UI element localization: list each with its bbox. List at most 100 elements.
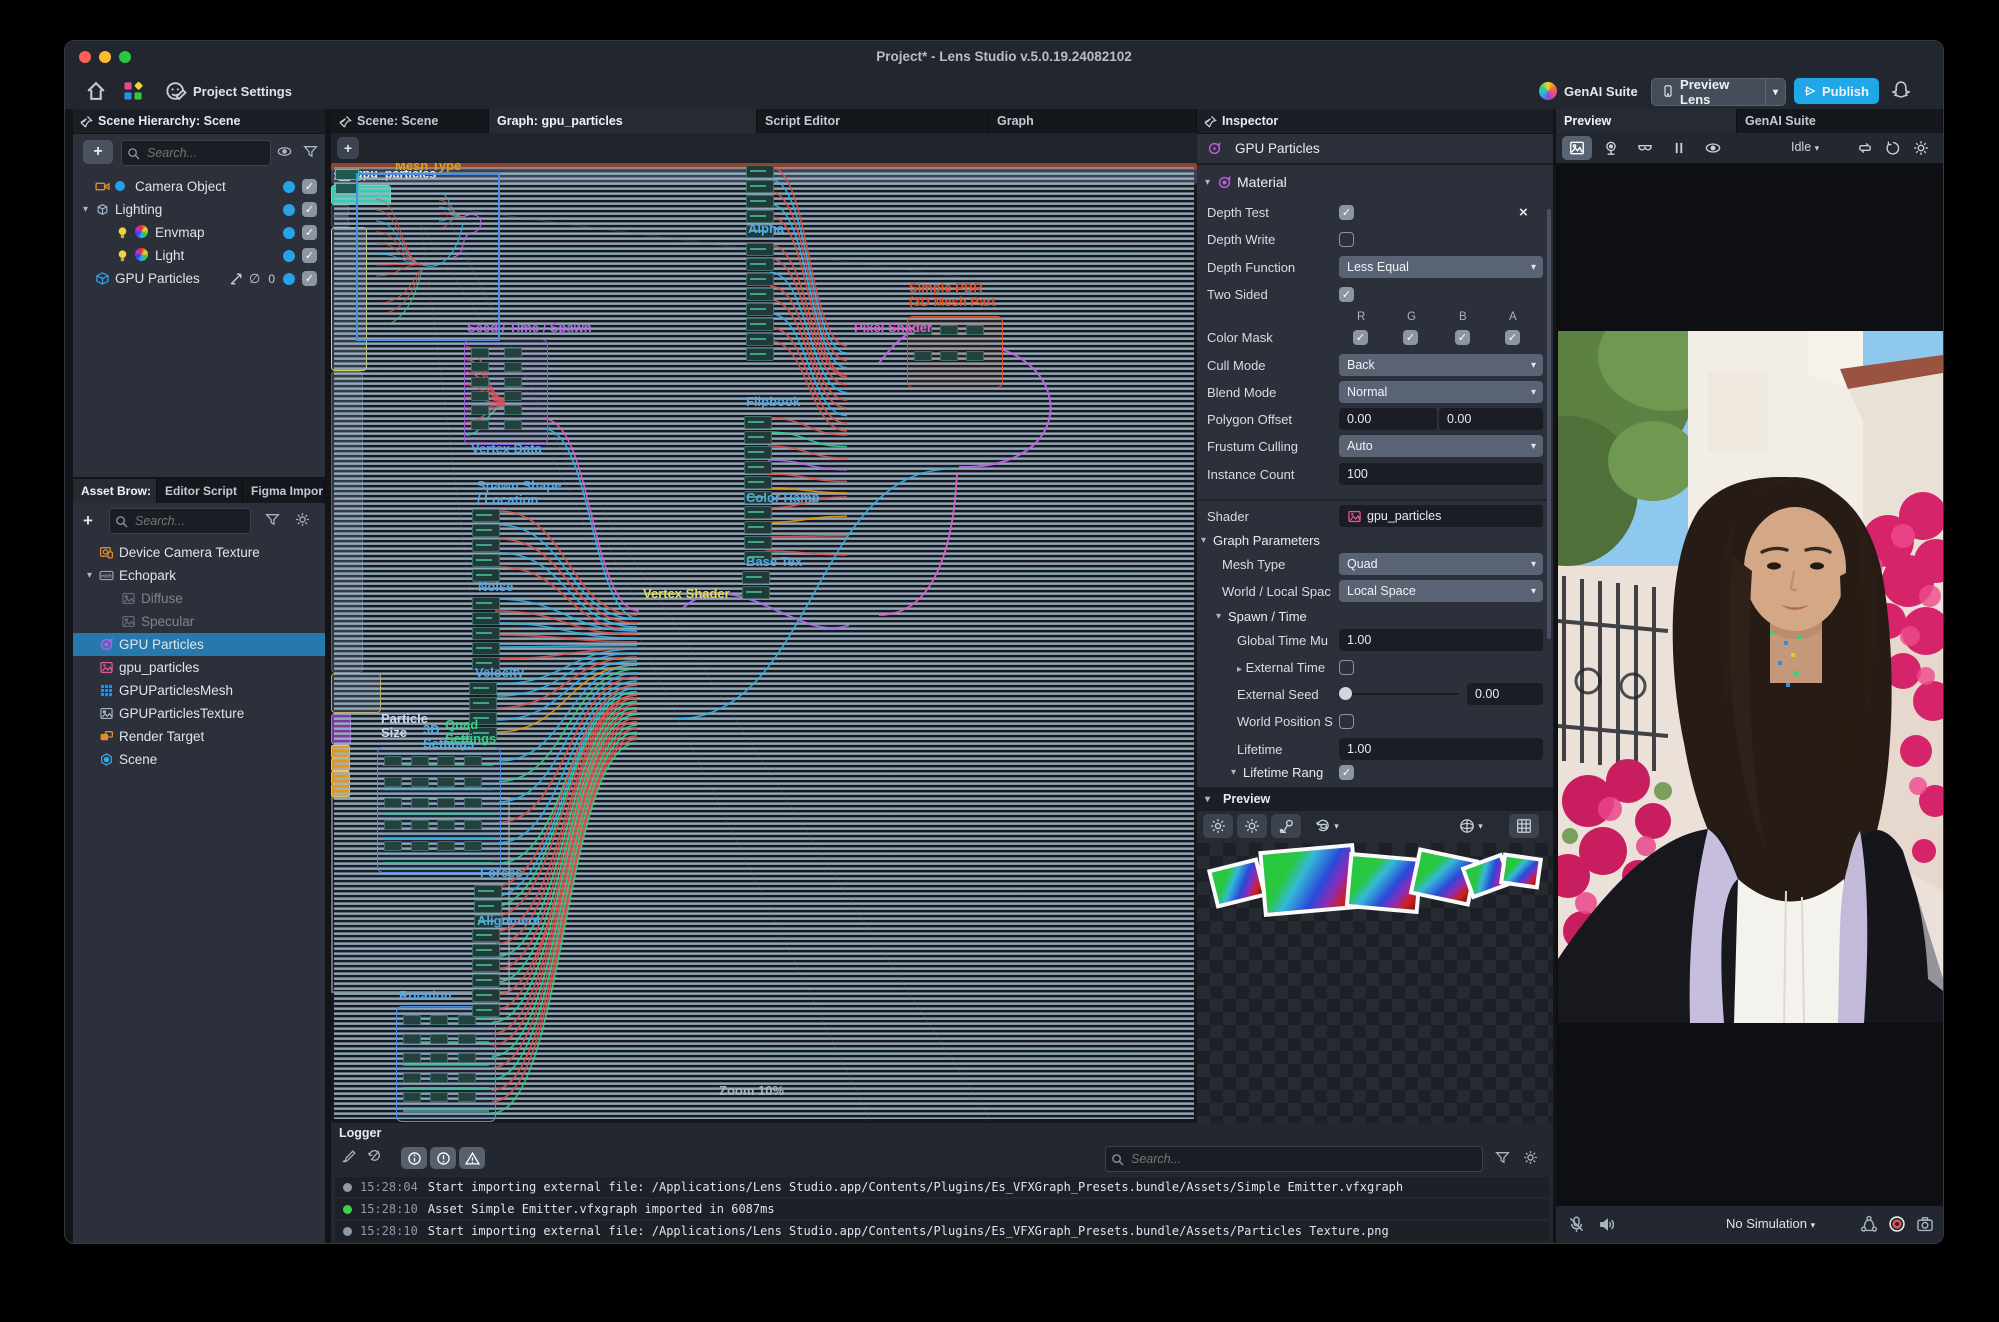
- asset-item-gpu-particles[interactable]: GPU Particles: [73, 633, 325, 656]
- node-column-6[interactable]: [746, 243, 774, 363]
- pause-icon[interactable]: [1664, 136, 1694, 160]
- preview-eye-icon[interactable]: [1698, 136, 1728, 160]
- grid-view-icon[interactable]: [1509, 814, 1539, 838]
- inspector-world-local-spac-dropdown[interactable]: Local Space▾: [1339, 580, 1543, 602]
- log-entry-1[interactable]: 15:28:10Asset Simple Emitter.vfxgraph im…: [335, 1199, 1549, 1219]
- external-seed-slider[interactable]: [1339, 687, 1352, 700]
- inspector-depth-write-checkbox[interactable]: [1339, 232, 1354, 247]
- node-column-0[interactable]: [472, 509, 500, 584]
- color-mask-checkbox[interactable]: ✓: [1353, 330, 1368, 345]
- hierarchy-item-camera-object[interactable]: Camera Object✓: [73, 175, 325, 198]
- asset-item-gpuparticlesmesh[interactable]: GPUParticlesMesh: [73, 679, 325, 702]
- log-filter-warning-button[interactable]: [459, 1147, 485, 1169]
- asset-search-input[interactable]: [133, 513, 235, 529]
- publish-button[interactable]: Publish: [1794, 78, 1879, 104]
- asset-item-echopark[interactable]: ▾HDREchopark: [73, 564, 325, 587]
- asset-tab-1[interactable]: Editor Script: [157, 479, 243, 503]
- asset-tab-0[interactable]: Asset Brow:: [73, 479, 157, 503]
- tab-script-editor[interactable]: Script Editor: [757, 109, 989, 133]
- enabled-checkbox[interactable]: ✓: [302, 225, 317, 240]
- hierarchy-item-lighting[interactable]: ▾Lighting✓: [73, 198, 325, 221]
- asset-filter-icon[interactable]: [265, 512, 280, 527]
- node-group-1[interactable]: [377, 747, 501, 873]
- tab-scene-scene[interactable]: Scene: Scene: [331, 109, 489, 133]
- add-asset-button[interactable]: +: [83, 511, 98, 526]
- project-settings-label[interactable]: Project Settings: [193, 84, 292, 99]
- hierarchy-item-gpu-particles[interactable]: GPU Particles∅0✓: [73, 267, 325, 290]
- webcam-mode-icon[interactable]: [1596, 136, 1626, 160]
- asset-search[interactable]: [109, 508, 251, 534]
- visibility-dot[interactable]: [283, 273, 295, 285]
- clear-on-reload-icon[interactable]: [367, 1148, 382, 1163]
- inspector-blend-mode-dropdown[interactable]: Normal▾: [1339, 381, 1543, 403]
- inspector-frustum-culling-dropdown[interactable]: Auto▾: [1339, 435, 1543, 457]
- hierarchy-search-input[interactable]: [145, 145, 253, 161]
- tab-genai-suite[interactable]: GenAI Suite: [1737, 109, 1943, 133]
- record-icon[interactable]: [1888, 1215, 1906, 1233]
- logger-filter-icon[interactable]: [1495, 1150, 1510, 1165]
- asset-item-gpuparticlestexture[interactable]: GPUParticlesTexture: [73, 702, 325, 725]
- inspector-polygon-offset-input-2[interactable]: 0.00: [1439, 408, 1543, 430]
- inspector-instance-count-input[interactable]: 100: [1339, 463, 1543, 485]
- add-object-button[interactable]: +: [83, 140, 113, 164]
- asset-tab-2[interactable]: Figma Impor: [243, 479, 325, 503]
- asset-item-gpu-particles[interactable]: gpu_particles: [73, 656, 325, 679]
- inspector-world-position-s-checkbox[interactable]: [1339, 714, 1354, 729]
- asset-item-render-target[interactable]: Render Target: [73, 725, 325, 748]
- graph-add-node-button[interactable]: +: [337, 137, 359, 159]
- spectacles-mode-icon[interactable]: [1630, 136, 1660, 160]
- inspector-depth-function-dropdown[interactable]: Less Equal▾: [1339, 256, 1543, 278]
- tab-graph-gpu-particles[interactable]: Graph: gpu_particles: [489, 109, 757, 133]
- material-preview-viewport[interactable]: [1197, 843, 1553, 1123]
- hierarchy-item-envmap[interactable]: Envmap✓: [73, 221, 325, 244]
- color-mask-checkbox[interactable]: ✓: [1455, 330, 1470, 345]
- transform-icon[interactable]: [229, 271, 244, 286]
- node-graph-canvas[interactable]: gpu_particlesMesh TypeSeed / Time / Spaw…: [331, 163, 1197, 1123]
- asset-settings-gear-icon[interactable]: [295, 512, 310, 527]
- hierarchy-search[interactable]: [121, 140, 271, 166]
- visibility-eye-icon[interactable]: [277, 144, 292, 159]
- null-icon[interactable]: ∅: [249, 271, 260, 287]
- remove-component-icon[interactable]: ×: [1519, 204, 1528, 221]
- filter-icon[interactable]: [303, 144, 318, 159]
- visibility-dot[interactable]: [283, 227, 295, 239]
- asset-item-device-camera-texture[interactable]: Device Camera Texture: [73, 541, 325, 564]
- simulation-dropdown[interactable]: No Simulation ▾: [1726, 1216, 1815, 1231]
- inspector-cull-mode-dropdown[interactable]: Back▾: [1339, 354, 1543, 376]
- tab-preview[interactable]: Preview: [1556, 109, 1737, 133]
- image-mode-icon[interactable]: [1562, 136, 1592, 160]
- asset-item-diffuse[interactable]: Diffuse: [73, 587, 325, 610]
- snapshot-camera-icon[interactable]: [1916, 1215, 1934, 1233]
- enabled-checkbox[interactable]: ✓: [302, 271, 317, 286]
- external-seed-input[interactable]: 0.00: [1467, 683, 1543, 705]
- layout-grid-icon[interactable]: [123, 81, 143, 101]
- visibility-dot[interactable]: [283, 250, 295, 262]
- inspector-lifetime-input[interactable]: 1.00: [1339, 738, 1543, 760]
- preview-lens-button[interactable]: Preview Lens ▾: [1651, 78, 1786, 106]
- home-icon[interactable]: [85, 80, 107, 102]
- hierarchy-item-light[interactable]: Light✓: [73, 244, 325, 267]
- speaker-icon[interactable]: [1598, 1216, 1615, 1233]
- log-filter-error-button[interactable]: [430, 1147, 456, 1169]
- log-entry-0[interactable]: 15:28:04Start importing external file: /…: [335, 1177, 1549, 1197]
- tab-graph[interactable]: Graph: [989, 109, 1197, 133]
- clear-log-brush-icon[interactable]: [341, 1148, 356, 1163]
- node-group-2[interactable]: [396, 1006, 496, 1122]
- inspector-polygon-offset-input-1[interactable]: 0.00: [1339, 408, 1437, 430]
- color-mask-checkbox[interactable]: ✓: [1403, 330, 1418, 345]
- preview-lens-dropdown[interactable]: ▾: [1765, 79, 1785, 105]
- shader-chip[interactable]: gpu_particles: [1339, 505, 1543, 527]
- visibility-dot[interactable]: [283, 181, 295, 193]
- pin-icon[interactable]: [80, 115, 93, 128]
- lamp-icon[interactable]: [1271, 814, 1301, 838]
- brightness-icon[interactable]: [1203, 814, 1233, 838]
- inspector-global-time-mu-input[interactable]: 1.00: [1339, 629, 1543, 651]
- camera-rotate-icon[interactable]: ▾: [1307, 814, 1347, 838]
- visibility-dot[interactable]: [283, 204, 295, 216]
- node-column-4[interactable]: [472, 929, 500, 1019]
- color-mask-checkbox[interactable]: ✓: [1505, 330, 1520, 345]
- environment-sphere-icon[interactable]: ▾: [1451, 814, 1491, 838]
- inspector-two-sided-checkbox[interactable]: ✓: [1339, 287, 1354, 302]
- status-dropdown[interactable]: Idle ▾: [1791, 140, 1819, 154]
- preview-settings-gear-icon[interactable]: [1237, 814, 1267, 838]
